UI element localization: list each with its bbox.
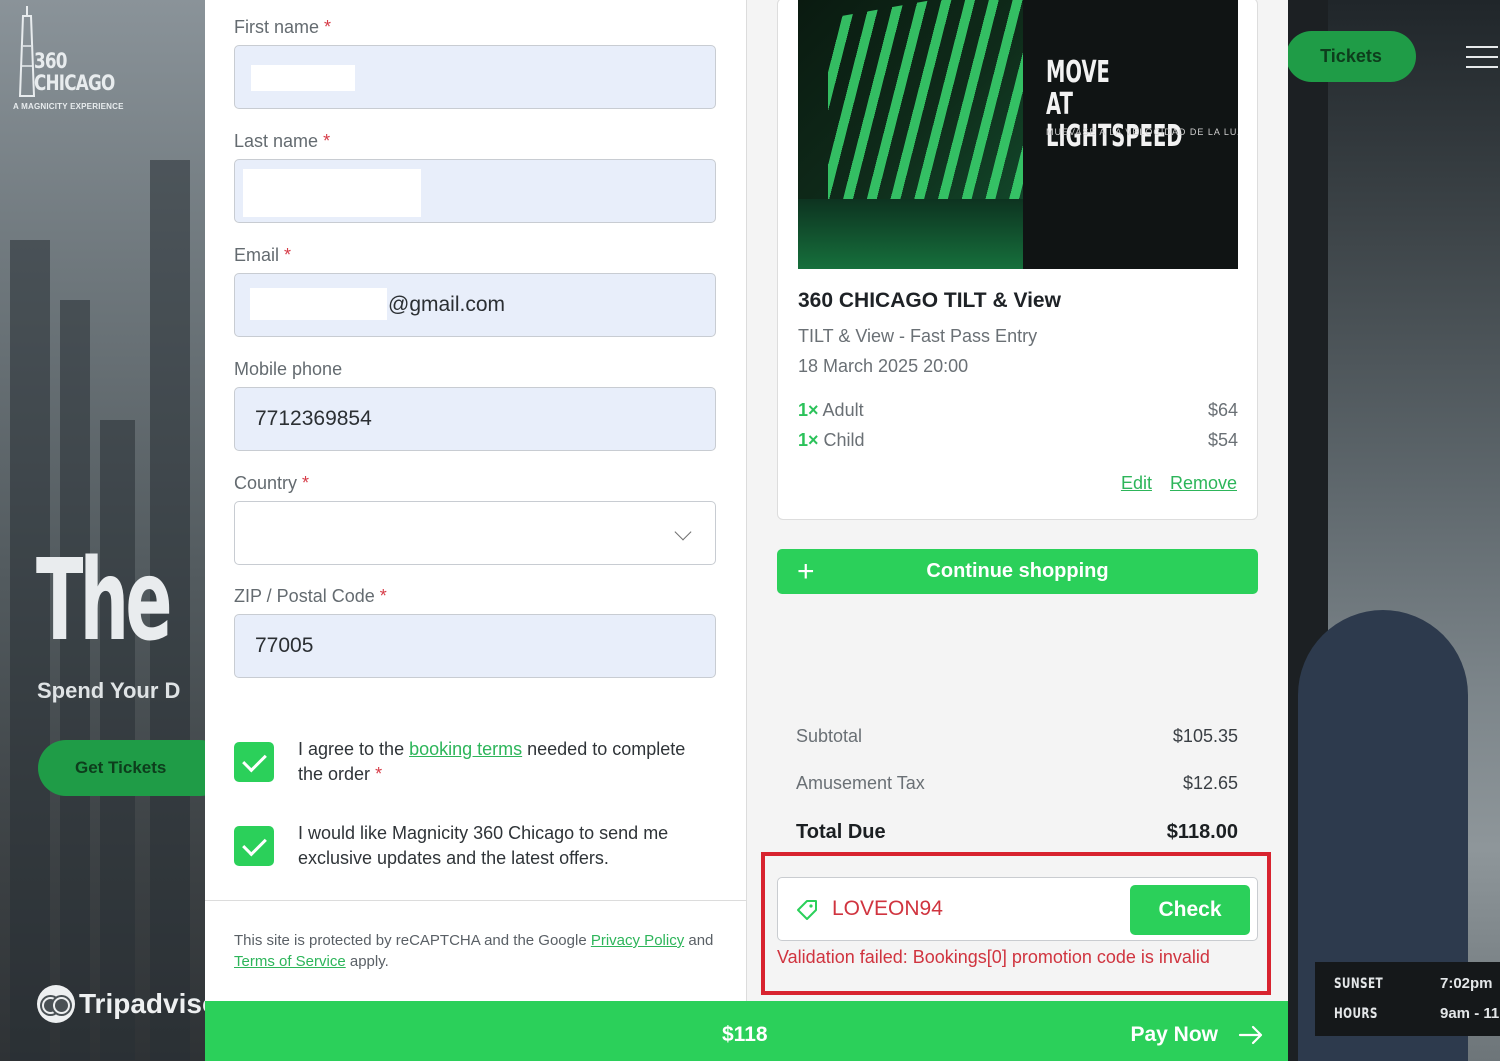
country-select[interactable]	[234, 501, 716, 565]
recaptcha-notice: This site is protected by reCAPTCHA and …	[234, 932, 714, 970]
ticket-card: MOVE AT LIGHTSPEED MUEVASE A LA VELOCIDA…	[777, 0, 1258, 520]
hours-value: 9am - 11	[1440, 1005, 1500, 1022]
hero-title: The	[36, 536, 172, 666]
ticket-subtitle: TILT & View - Fast Pass Entry	[798, 326, 1038, 346]
continue-shopping-button[interactable]: + Continue shopping	[777, 549, 1258, 594]
ticket-actions: Edit Remove	[1103, 473, 1237, 494]
newsletter-checkbox[interactable]	[234, 826, 274, 866]
ticket-datetime: 18 March 2025 20:00	[798, 356, 969, 376]
tripadvisor-badge[interactable]: Tripadviso	[37, 985, 219, 1023]
order-summary: MOVE AT LIGHTSPEED MUEVASE A LA VELOCIDA…	[747, 0, 1288, 1001]
agree-terms-text: I agree to the booking terms needed to c…	[298, 739, 686, 784]
email-label: Email *	[234, 245, 292, 265]
redacted-value	[243, 169, 421, 217]
pay-now-label: Pay Now	[1130, 1023, 1218, 1046]
pay-amount: $118	[722, 1023, 768, 1046]
redacted-value	[250, 288, 387, 320]
total-row: Total Due $118.00	[796, 821, 1238, 843]
last-name-label: Last name *	[234, 131, 331, 151]
ticket-image: MOVE AT LIGHTSPEED MUEVASE A LA VELOCIDA…	[798, 0, 1238, 269]
pay-bar[interactable]: $118 Pay Now	[205, 1001, 1288, 1061]
terms-of-service-link[interactable]: Terms of Service	[234, 953, 346, 970]
booking-terms-link[interactable]: booking terms	[409, 739, 522, 759]
background-right	[1288, 0, 1500, 1061]
hero-subtitle: Spend Your D	[37, 678, 181, 703]
site-logo[interactable]: 360 CHICAGO A MAGNICITY EXPERIENCE	[12, 6, 132, 116]
email-value: @gmail.com	[388, 293, 506, 316]
last-name-field[interactable]	[234, 159, 716, 223]
privacy-policy-link[interactable]: Privacy Policy	[591, 932, 684, 949]
arrow-right-icon	[1238, 1025, 1263, 1045]
ticket-title: 360 CHICAGO TILT & View	[798, 289, 1061, 312]
checkout-form: First name * Last name * Email * @gmail.…	[205, 0, 747, 1001]
tripadvisor-owl-icon	[37, 985, 75, 1023]
edit-link[interactable]: Edit	[1121, 473, 1152, 493]
zip-field[interactable]: 77005	[234, 614, 716, 678]
logo-name: 360 CHICAGO	[34, 49, 115, 95]
hours-widget: SUNSET 7:02pm HOURS 9am - 11	[1315, 962, 1500, 1036]
agree-terms-checkbox[interactable]	[234, 742, 274, 782]
plus-icon: +	[797, 555, 815, 588]
menu-icon[interactable]	[1466, 46, 1498, 68]
zip-label: ZIP / Postal Code *	[234, 586, 387, 606]
newsletter-text: I would like Magnicity 360 Chicago to se…	[298, 823, 669, 868]
line-item-child: 1× Child $54	[798, 430, 1238, 450]
remove-link[interactable]: Remove	[1170, 473, 1237, 493]
chevron-down-icon	[674, 523, 692, 541]
mobile-field[interactable]: 7712369854	[234, 387, 716, 451]
country-label: Country *	[234, 473, 310, 493]
promo-highlight-box	[761, 852, 1271, 995]
first-name-label: First name *	[234, 17, 332, 37]
logo-tagline: A MAGNICITY EXPERIENCE	[13, 102, 124, 111]
divider	[205, 900, 747, 901]
email-field[interactable]: @gmail.com	[234, 273, 716, 337]
sunset-value: 7:02pm	[1440, 975, 1493, 992]
tripadvisor-label: Tripadviso	[79, 988, 220, 1019]
background-left	[0, 0, 205, 1061]
image-sign-subtext: MUEVASE A LA VELOCIDAD DE LA LUZ	[1046, 127, 1238, 137]
sunset-label: SUNSET	[1334, 976, 1384, 992]
first-name-field[interactable]	[234, 45, 716, 109]
get-tickets-button[interactable]: Get Tickets	[38, 740, 228, 796]
image-sign-text: MOVE AT LIGHTSPEED	[1046, 55, 1183, 154]
redacted-value	[251, 65, 355, 91]
subtotal-row: Subtotal $105.35	[796, 726, 1238, 746]
tax-row: Amusement Tax $12.65	[796, 773, 1238, 793]
tickets-nav-button[interactable]: Tickets	[1286, 31, 1416, 82]
line-item-adult: 1× Adult $64	[798, 400, 1238, 420]
hours-label: HOURS	[1334, 1006, 1378, 1022]
mobile-label: Mobile phone	[234, 359, 343, 379]
